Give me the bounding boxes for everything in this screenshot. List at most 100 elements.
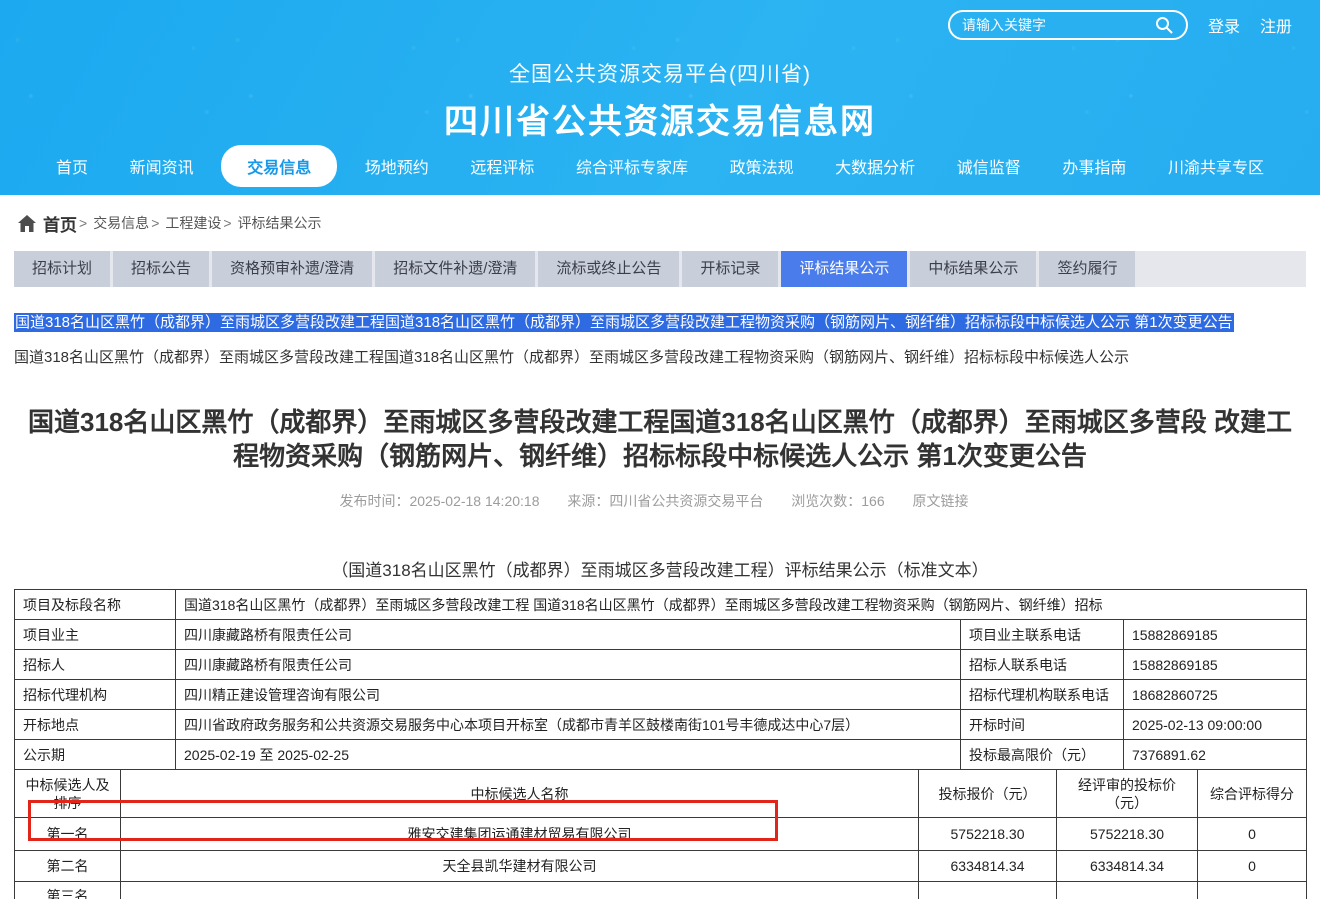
header-rank: 中标候选人及排序 bbox=[15, 770, 121, 818]
row-label: 招标代理机构 bbox=[15, 680, 176, 710]
table-caption: （国道318名山区黑竹（成都界）至雨城区多营段改建工程）评标结果公示（标准文本） bbox=[0, 556, 1320, 581]
row-label-2: 投标最高限价（元） bbox=[961, 740, 1124, 770]
header-name: 中标候选人名称 bbox=[121, 770, 919, 818]
tab-award-result[interactable]: 中标结果公示 bbox=[910, 251, 1036, 287]
candidate-name: 天全县凯华建材有限公司 bbox=[121, 851, 919, 882]
site-title: 四川省公共资源交易信息网 bbox=[0, 94, 1320, 143]
main-nav: 首页 新闻资讯 交易信息 场地预约 远程评标 综合评标专家库 政策法规 大数据分… bbox=[0, 145, 1320, 187]
row-label-2: 招标人联系电话 bbox=[961, 650, 1124, 680]
tab-prequalification-addendum[interactable]: 资格预审补遗/澄清 bbox=[212, 251, 372, 287]
nav-item-chuanyu-zone[interactable]: 川渝共享专区 bbox=[1154, 145, 1278, 187]
candidate-score: 0 bbox=[1198, 851, 1307, 882]
candidate-bid: 6334814.34 bbox=[919, 851, 1057, 882]
row-label: 开标地点 bbox=[15, 710, 176, 740]
candidate-bid: 5752218.30 bbox=[919, 818, 1057, 851]
candidate-name: 雅安交建集团运通建材贸易有限公司 bbox=[121, 818, 919, 851]
row-value: 国道318名山区黑竹（成都界）至雨城区多营段改建工程 国道318名山区黑竹（成都… bbox=[176, 590, 1307, 620]
nav-item-remote-evaluation[interactable]: 远程评标 bbox=[456, 145, 548, 187]
site-header: 登录 注册 全国公共资源交易平台(四川省) 四川省公共资源交易信息网 首页 新闻… bbox=[0, 0, 1320, 195]
nav-item-guide[interactable]: 办事指南 bbox=[1048, 145, 1140, 187]
candidate-row-3: 第三名 bbox=[15, 882, 1307, 899]
header-reviewed: 经评审的投标价（元） bbox=[1057, 770, 1198, 818]
row-label: 招标人 bbox=[15, 650, 176, 680]
table-row: 项目业主 四川康藏路桥有限责任公司 项目业主联系电话 15882869185 bbox=[15, 620, 1307, 650]
row-value: 四川康藏路桥有限责任公司 bbox=[176, 650, 961, 680]
tab-bid-announcement[interactable]: 招标公告 bbox=[113, 251, 209, 287]
search-icon[interactable] bbox=[1154, 15, 1174, 35]
candidates-header-row: 中标候选人及排序 中标候选人名称 投标报价（元） 经评审的投标价（元） 综合评标… bbox=[15, 770, 1307, 818]
table-row: 项目及标段名称 国道318名山区黑竹（成都界）至雨城区多营段改建工程 国道318… bbox=[15, 590, 1307, 620]
row-value: 四川康藏路桥有限责任公司 bbox=[176, 620, 961, 650]
nav-item-big-data[interactable]: 大数据分析 bbox=[821, 145, 929, 187]
candidate-row-1: 第一名 雅安交建集团运通建材贸易有限公司 5752218.30 5752218.… bbox=[15, 818, 1307, 851]
result-list: 国道318名山区黑竹（成都界）至雨城区多营段改建工程国道318名山区黑竹（成都界… bbox=[14, 312, 1306, 367]
row-label-2: 开标时间 bbox=[961, 710, 1124, 740]
row-label: 项目业主 bbox=[15, 620, 176, 650]
breadcrumb-separator: > bbox=[79, 215, 87, 231]
tab-contract-performance[interactable]: 签约履行 bbox=[1039, 251, 1135, 287]
nav-item-credit[interactable]: 诚信监督 bbox=[943, 145, 1035, 187]
tab-failed-or-terminated[interactable]: 流标或终止公告 bbox=[538, 251, 679, 287]
row-value-2: 2025-02-13 09:00:00 bbox=[1124, 710, 1307, 740]
published-value: 2025-02-18 14:20:18 bbox=[409, 493, 539, 509]
nav-item-venue-booking[interactable]: 场地预约 bbox=[351, 145, 443, 187]
row-value-2: 15882869185 bbox=[1124, 620, 1307, 650]
tab-bid-plan[interactable]: 招标计划 bbox=[14, 251, 110, 287]
nav-item-policy[interactable]: 政策法规 bbox=[716, 145, 808, 187]
candidate-rank: 第一名 bbox=[15, 818, 121, 851]
candidate-score: 0 bbox=[1198, 818, 1307, 851]
topbar: 登录 注册 bbox=[948, 10, 1292, 40]
nav-item-home[interactable]: 首页 bbox=[42, 145, 102, 187]
row-value-2: 18682860725 bbox=[1124, 680, 1307, 710]
table-row: 开标地点 四川省政府政务服务和公共资源交易服务中心本项目开标室（成都市青羊区鼓楼… bbox=[15, 710, 1307, 740]
row-value-2: 7376891.62 bbox=[1124, 740, 1307, 770]
table-row: 招标代理机构 四川精正建设管理咨询有限公司 招标代理机构联系电话 1868286… bbox=[15, 680, 1307, 710]
nav-item-expert-db[interactable]: 综合评标专家库 bbox=[562, 145, 702, 187]
candidate-name bbox=[121, 882, 919, 899]
page-title: 国道318名山区黑竹（成都界）至雨城区多营段改建工程国道318名山区黑竹（成都界… bbox=[28, 405, 1292, 473]
candidate-row-2: 第二名 天全县凯华建材有限公司 6334814.34 6334814.34 0 bbox=[15, 851, 1307, 882]
row-label-2: 项目业主联系电话 bbox=[961, 620, 1124, 650]
nav-item-news[interactable]: 新闻资讯 bbox=[116, 145, 208, 187]
login-link[interactable]: 登录 bbox=[1208, 13, 1240, 37]
candidate-score bbox=[1198, 882, 1307, 899]
published-label: 发布时间： bbox=[339, 493, 409, 509]
row-value: 2025-02-19 至 2025-02-25 bbox=[176, 740, 961, 770]
list-item-selected[interactable]: 国道318名山区黑竹（成都界）至雨城区多营段改建工程国道318名山区黑竹（成都界… bbox=[14, 313, 1234, 332]
breadcrumb-item-home[interactable]: 首页 bbox=[43, 211, 77, 236]
breadcrumb-item-engineering[interactable]: 工程建设 bbox=[165, 213, 221, 233]
register-link[interactable]: 注册 bbox=[1260, 13, 1292, 37]
list-item[interactable]: 国道318名山区黑竹（成都界）至雨城区多营段改建工程国道318名山区黑竹（成都界… bbox=[14, 346, 1306, 367]
row-label: 公示期 bbox=[15, 740, 176, 770]
views-label: 浏览次数： bbox=[791, 493, 861, 509]
candidate-reviewed: 5752218.30 bbox=[1057, 818, 1198, 851]
candidate-rank: 第三名 bbox=[15, 882, 121, 899]
breadcrumb-separator: > bbox=[223, 215, 231, 231]
search-box[interactable] bbox=[948, 10, 1188, 40]
original-link[interactable]: 原文链接 bbox=[913, 493, 969, 509]
row-value: 四川精正建设管理咨询有限公司 bbox=[176, 680, 961, 710]
table-row: 公示期 2025-02-19 至 2025-02-25 投标最高限价（元） 73… bbox=[15, 740, 1307, 770]
candidate-bid bbox=[919, 882, 1057, 899]
article-meta: 发布时间：2025-02-18 14:20:18 来源：四川省公共资源交易平台 … bbox=[0, 491, 1320, 511]
row-value: 四川省政府政务服务和公共资源交易服务中心本项目开标室（成都市青羊区鼓楼南街101… bbox=[176, 710, 961, 740]
tab-bid-doc-addendum[interactable]: 招标文件补遗/澄清 bbox=[375, 251, 535, 287]
views-value: 166 bbox=[861, 493, 884, 509]
home-icon[interactable] bbox=[18, 215, 36, 232]
row-label-2: 招标代理机构联系电话 bbox=[961, 680, 1124, 710]
candidate-rank: 第二名 bbox=[15, 851, 121, 882]
breadcrumb-item-evaluation-result[interactable]: 评标结果公示 bbox=[238, 213, 322, 233]
tab-evaluation-result[interactable]: 评标结果公示 bbox=[781, 251, 907, 287]
row-value-2: 15882869185 bbox=[1124, 650, 1307, 680]
candidate-reviewed bbox=[1057, 882, 1198, 899]
nav-item-trade-info[interactable]: 交易信息 bbox=[221, 145, 337, 187]
source-label: 来源： bbox=[567, 493, 609, 509]
table-row: 招标人 四川康藏路桥有限责任公司 招标人联系电话 15882869185 bbox=[15, 650, 1307, 680]
breadcrumb-separator: > bbox=[151, 215, 159, 231]
header-bid: 投标报价（元） bbox=[919, 770, 1057, 818]
search-input[interactable] bbox=[962, 17, 1154, 33]
breadcrumb: 首页 > 交易信息 > 工程建设 > 评标结果公示 bbox=[0, 195, 1320, 251]
breadcrumb-item-trade-info[interactable]: 交易信息 bbox=[93, 213, 149, 233]
category-tabbar: 招标计划 招标公告 资格预审补遗/澄清 招标文件补遗/澄清 流标或终止公告 开标… bbox=[14, 251, 1306, 287]
tab-bid-opening-record[interactable]: 开标记录 bbox=[682, 251, 778, 287]
